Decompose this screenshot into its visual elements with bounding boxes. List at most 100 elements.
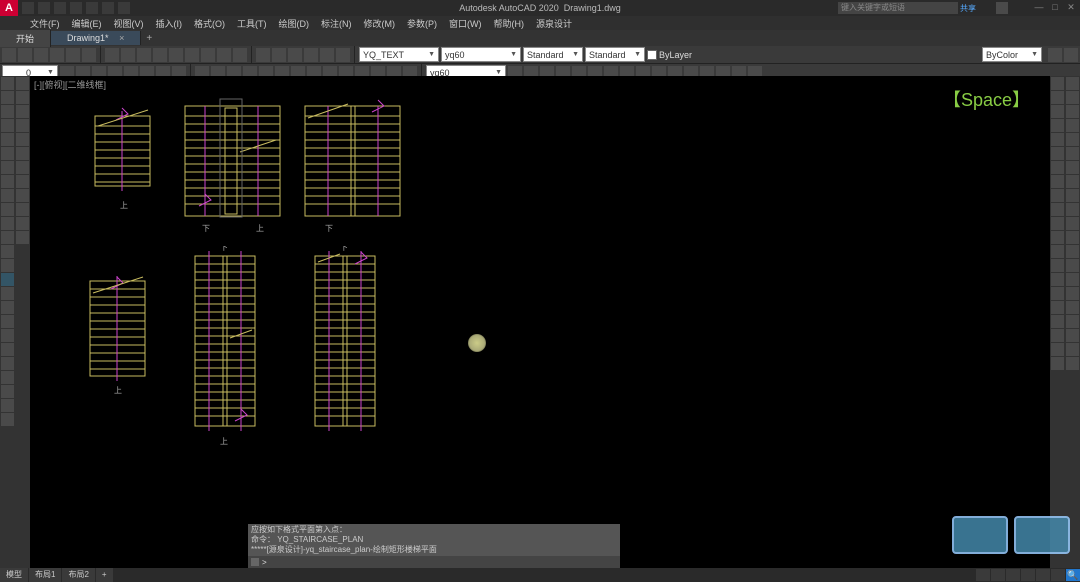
tool-icon[interactable] bbox=[272, 48, 286, 62]
tool-icon[interactable] bbox=[1066, 105, 1079, 118]
tool-icon[interactable] bbox=[304, 48, 318, 62]
menu-draw[interactable]: 绘图(D) bbox=[279, 17, 310, 30]
close-button[interactable]: ✕ bbox=[1064, 2, 1078, 14]
move-icon[interactable] bbox=[16, 77, 29, 90]
tool-icon[interactable] bbox=[1, 413, 14, 426]
tool-icon[interactable] bbox=[1, 287, 14, 300]
tool-icon[interactable] bbox=[1051, 119, 1064, 132]
rotate-icon[interactable] bbox=[16, 105, 29, 118]
tool-icon[interactable] bbox=[1051, 343, 1064, 356]
tool-icon[interactable] bbox=[1, 203, 14, 216]
tool-icon[interactable] bbox=[256, 48, 270, 62]
tab-start[interactable]: 开始 bbox=[0, 30, 51, 47]
new-tab-button[interactable]: + bbox=[141, 33, 157, 44]
tool-icon[interactable] bbox=[1066, 343, 1079, 356]
help-search-input[interactable]: 键入关键字或短语 bbox=[838, 2, 958, 14]
redo-icon[interactable] bbox=[118, 2, 130, 14]
tool-icon[interactable] bbox=[1066, 273, 1079, 286]
line-icon[interactable] bbox=[1, 77, 14, 90]
undo-icon[interactable] bbox=[102, 2, 114, 14]
status-toggle[interactable] bbox=[1006, 569, 1020, 581]
tool-icon[interactable] bbox=[1048, 48, 1062, 62]
tool-icon[interactable] bbox=[1051, 203, 1064, 216]
mlstyle-dropdown[interactable]: Standard▼ bbox=[585, 47, 645, 62]
app-logo[interactable]: A bbox=[0, 0, 18, 16]
tool-icon[interactable] bbox=[1, 231, 14, 244]
tool-icon[interactable] bbox=[1066, 161, 1079, 174]
new-icon[interactable] bbox=[22, 2, 34, 14]
tool-icon[interactable] bbox=[16, 203, 29, 216]
tool-icon[interactable] bbox=[121, 48, 135, 62]
tool-icon[interactable] bbox=[1051, 133, 1064, 146]
layout2-tab[interactable]: 布局2 bbox=[62, 568, 94, 582]
menu-help[interactable]: 帮助(H) bbox=[494, 17, 525, 30]
tool-icon[interactable] bbox=[34, 48, 48, 62]
tablestyle-dropdown[interactable]: Standard▼ bbox=[523, 47, 583, 62]
command-input[interactable]: > bbox=[248, 556, 620, 568]
fillet-icon[interactable] bbox=[16, 189, 29, 202]
tool-icon[interactable] bbox=[1066, 259, 1079, 272]
menu-window[interactable]: 窗口(W) bbox=[449, 17, 482, 30]
tool-icon[interactable] bbox=[1066, 91, 1079, 104]
layout1-tab[interactable]: 布局1 bbox=[29, 568, 61, 582]
status-toggle[interactable] bbox=[976, 569, 990, 581]
viewport-label[interactable]: [-][俯视][二维线框] bbox=[34, 78, 106, 91]
tool-icon[interactable] bbox=[1051, 245, 1064, 258]
menu-parametric[interactable]: 参数(P) bbox=[407, 17, 437, 30]
tool-icon[interactable] bbox=[1066, 119, 1079, 132]
tool-icon[interactable] bbox=[1051, 91, 1064, 104]
menu-file[interactable]: 文件(F) bbox=[30, 17, 60, 30]
menu-view[interactable]: 视图(V) bbox=[114, 17, 144, 30]
offset-icon[interactable] bbox=[16, 175, 29, 188]
extend-icon[interactable] bbox=[16, 161, 29, 174]
trim-icon[interactable] bbox=[16, 147, 29, 160]
tool-icon[interactable] bbox=[1066, 231, 1079, 244]
tool-icon[interactable] bbox=[1066, 203, 1079, 216]
tool-icon[interactable] bbox=[1, 329, 14, 342]
tool-icon[interactable] bbox=[66, 48, 80, 62]
menu-insert[interactable]: 插入(I) bbox=[156, 17, 183, 30]
rectangle-icon[interactable] bbox=[1, 133, 14, 146]
tool-icon[interactable] bbox=[1066, 147, 1079, 160]
help-icon[interactable] bbox=[336, 48, 350, 62]
tool-icon[interactable] bbox=[1051, 287, 1064, 300]
menu-format[interactable]: 格式(O) bbox=[194, 17, 225, 30]
status-toggle[interactable] bbox=[1036, 569, 1050, 581]
tool-icon[interactable] bbox=[233, 48, 247, 62]
search-status-button[interactable]: 🔍 bbox=[1066, 569, 1080, 581]
tool-icon[interactable] bbox=[105, 48, 119, 62]
tool-icon[interactable] bbox=[1066, 217, 1079, 230]
tool-icon[interactable] bbox=[1, 357, 14, 370]
tool-icon[interactable] bbox=[1, 385, 14, 398]
tool-icon[interactable] bbox=[1066, 315, 1079, 328]
textstyle-dropdown[interactable]: YQ_TEXT▼ bbox=[359, 47, 439, 62]
tool-icon[interactable] bbox=[1051, 273, 1064, 286]
tool-icon[interactable] bbox=[1051, 357, 1064, 370]
tool-icon[interactable] bbox=[1051, 315, 1064, 328]
menu-dimension[interactable]: 标注(N) bbox=[321, 17, 352, 30]
minimize-button[interactable]: — bbox=[1032, 2, 1046, 14]
tool-icon[interactable] bbox=[217, 48, 231, 62]
menu-tools[interactable]: 工具(T) bbox=[237, 17, 267, 30]
tool-icon[interactable] bbox=[1051, 301, 1064, 314]
circle-icon[interactable] bbox=[1, 105, 14, 118]
save-icon[interactable] bbox=[54, 2, 66, 14]
share-button[interactable]: 共享 bbox=[960, 3, 976, 14]
tool-icon[interactable] bbox=[1051, 259, 1064, 272]
tool-icon[interactable] bbox=[1066, 133, 1079, 146]
pan-icon[interactable] bbox=[185, 48, 199, 62]
tool-icon[interactable] bbox=[320, 48, 334, 62]
command-window[interactable]: 应按如下格式平面第入点： 命令： YQ_STAIRCASE_PLAN *****… bbox=[248, 524, 620, 568]
status-toggle[interactable] bbox=[1051, 569, 1065, 581]
tool-icon[interactable] bbox=[137, 48, 151, 62]
polyline-icon[interactable] bbox=[1, 91, 14, 104]
tool-icon[interactable] bbox=[1066, 245, 1079, 258]
menu-edit[interactable]: 编辑(E) bbox=[72, 17, 102, 30]
tool-icon[interactable] bbox=[201, 48, 215, 62]
tool-icon[interactable] bbox=[1, 315, 14, 328]
tool-icon[interactable] bbox=[1, 259, 14, 272]
tool-icon[interactable] bbox=[1066, 301, 1079, 314]
tool-icon[interactable] bbox=[1, 217, 14, 230]
tool-icon[interactable] bbox=[1051, 147, 1064, 160]
bylayer-checkbox[interactable] bbox=[647, 50, 657, 60]
